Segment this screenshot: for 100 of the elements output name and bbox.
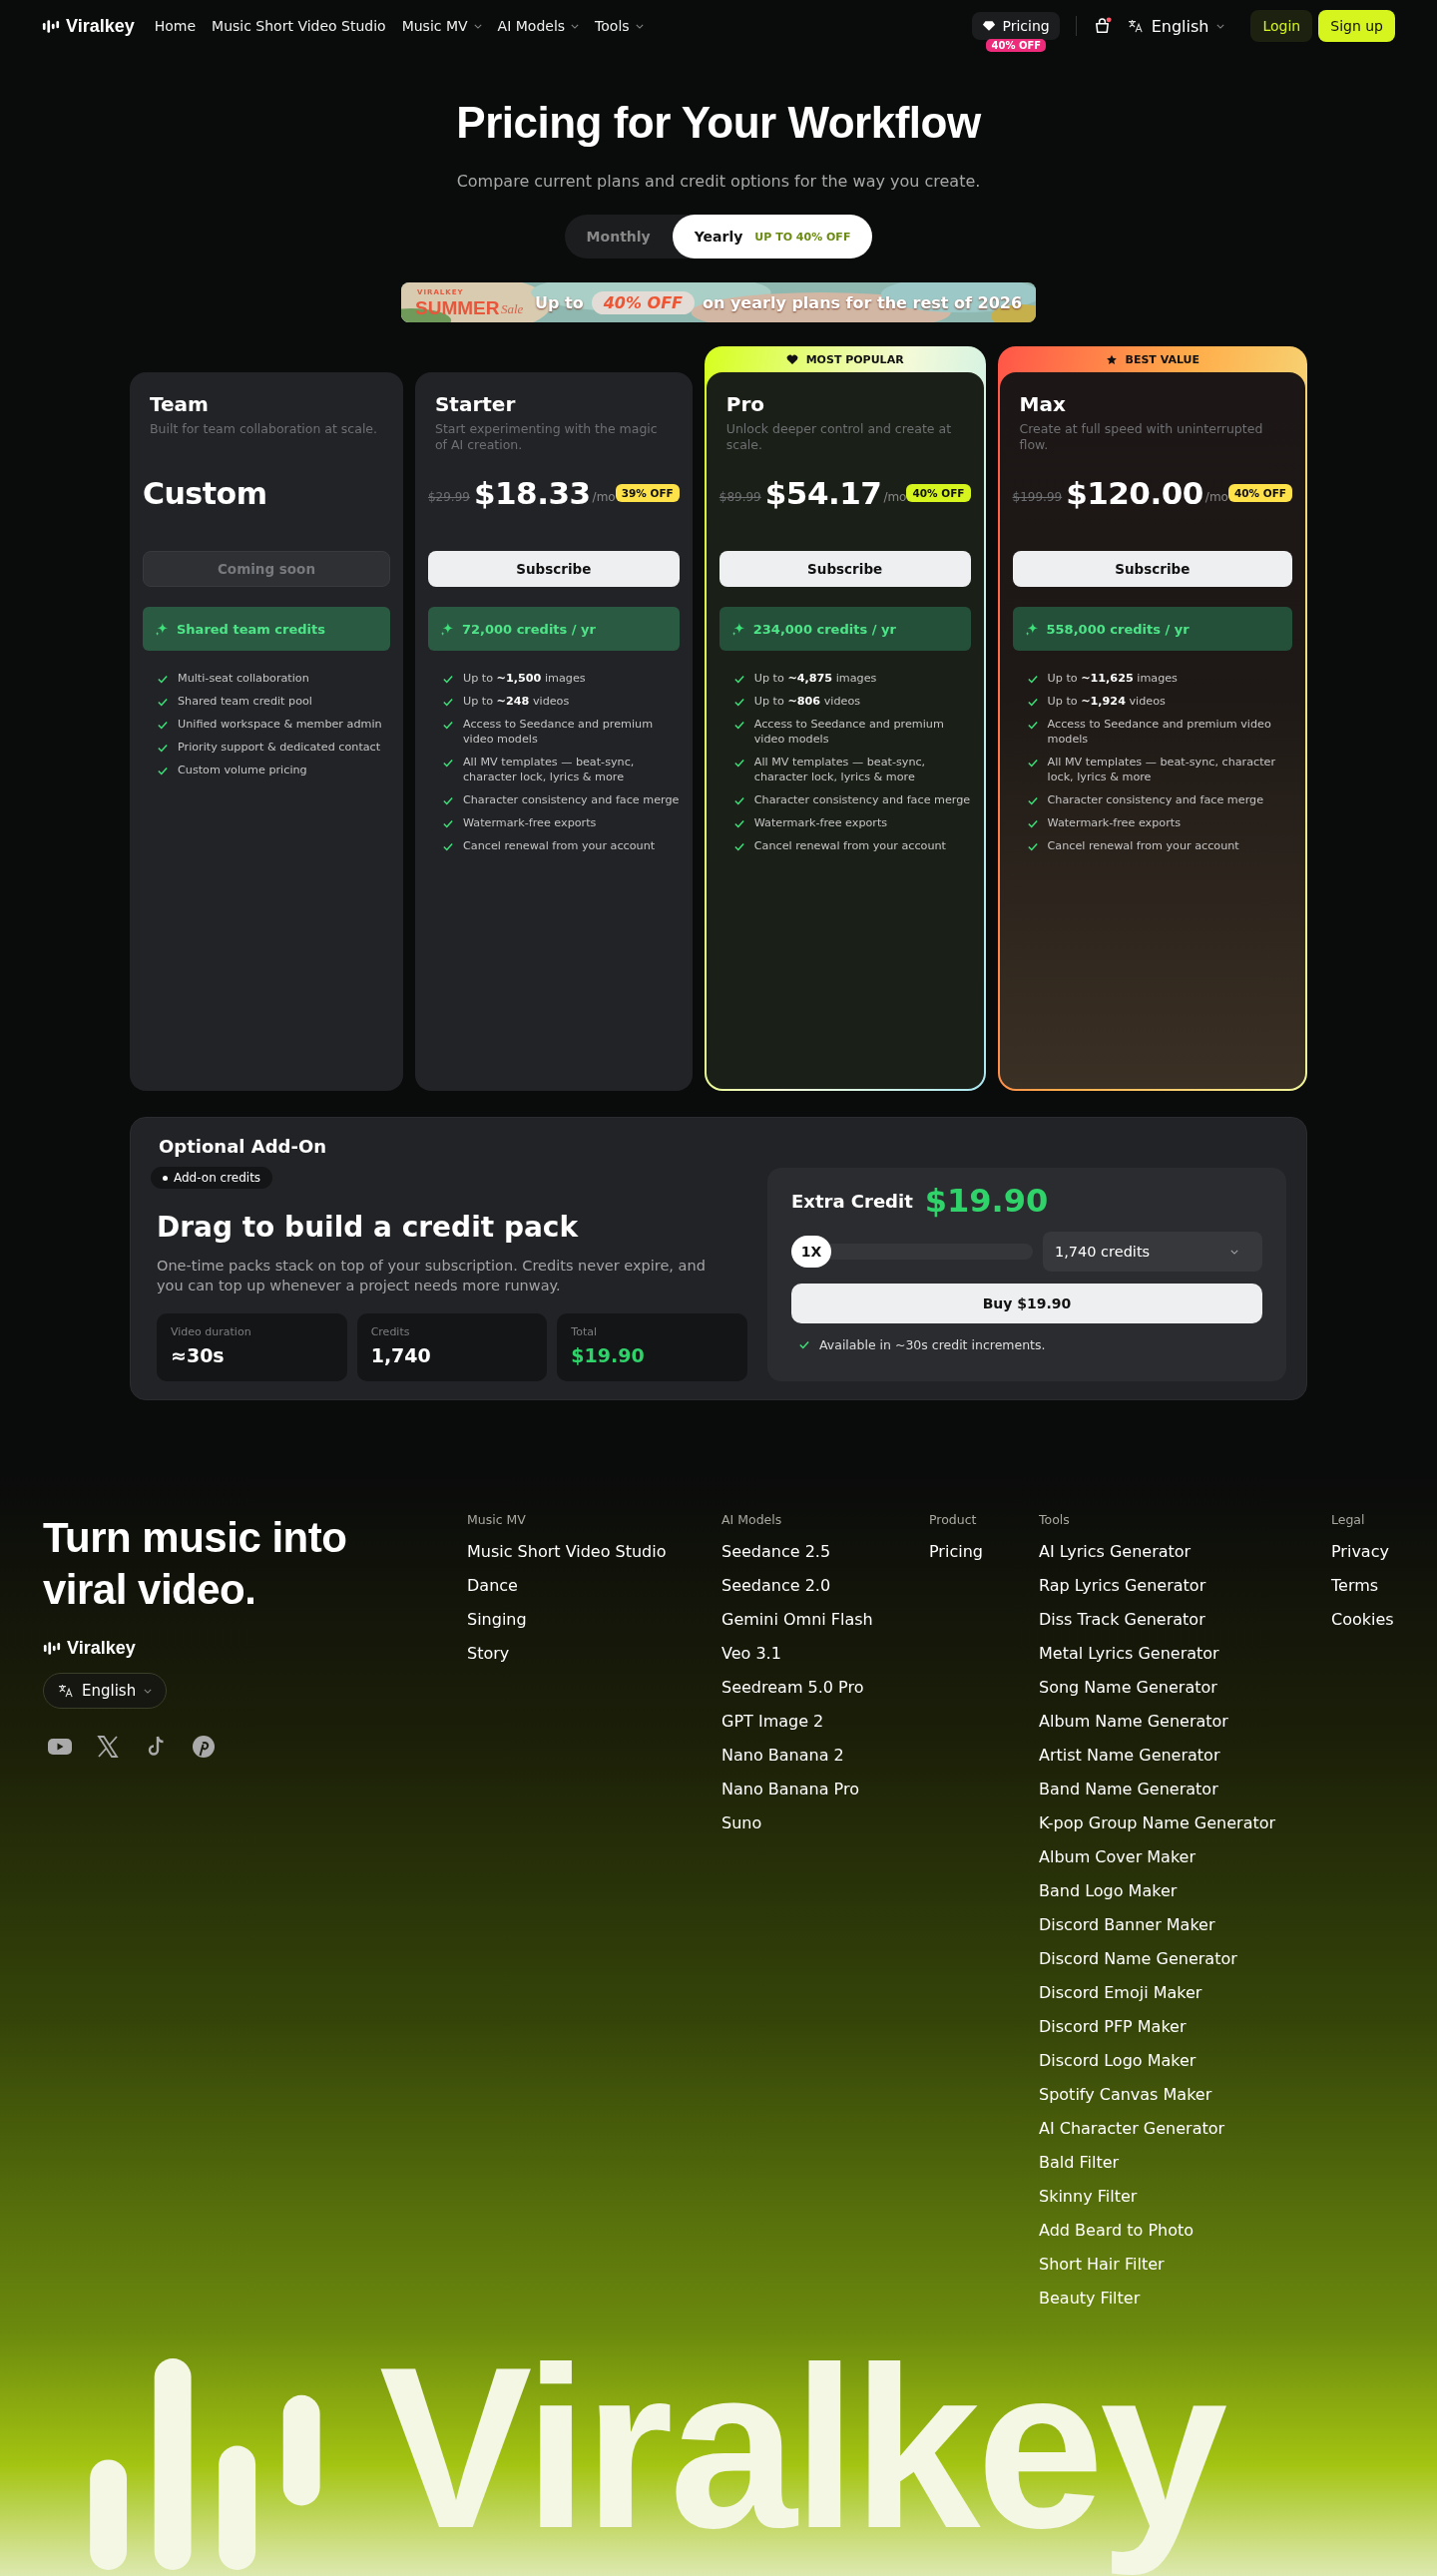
plan-name: Team <box>149 392 210 416</box>
footer-link[interactable]: Spotify Canvas Maker <box>1039 2078 1331 2112</box>
nav-link[interactable]: AI Models <box>497 18 580 34</box>
footer-link[interactable]: Add Beard to Photo <box>1039 2214 1331 2248</box>
footer-link[interactable]: Short Hair Filter <box>1039 2248 1331 2282</box>
feature-text: Up to ~11,625 images <box>1047 671 1178 686</box>
footer-column-heading: AI Models <box>721 1512 783 1527</box>
subscribe-button[interactable]: Subscribe <box>718 551 971 587</box>
footer-link[interactable]: Dance <box>467 1569 721 1603</box>
stat-value: 1,740 <box>370 1344 432 1366</box>
check-icon <box>442 759 453 768</box>
footer-link[interactable]: Gemini Omni Flash <box>721 1603 929 1637</box>
footer-link[interactable]: Discord Name Generator <box>1039 1942 1331 1976</box>
x-icon[interactable] <box>95 1735 121 1759</box>
check-icon <box>158 767 168 775</box>
footer-link[interactable]: Discord PFP Maker <box>1039 2010 1331 2044</box>
footer-link[interactable]: Artist Name Generator <box>1039 1739 1331 1773</box>
feature-text: All MV templates — beat-sync, character lock, lyrics & more <box>753 755 927 784</box>
footer-link[interactable]: Band Name Generator <box>1039 1773 1331 1806</box>
credits-select[interactable]: 1,740 credits <box>1043 1232 1262 1272</box>
footer-link[interactable]: Suno <box>721 1806 929 1840</box>
check-icon <box>442 796 453 805</box>
feature-text: All MV templates — beat-sync, character lock, lyrics & more <box>462 755 636 784</box>
credits-label: 558,000 credits / yr <box>1046 621 1190 637</box>
footer-link[interactable]: Song Name Generator <box>1039 1671 1331 1705</box>
footer-link[interactable]: Bald Filter <box>1039 2146 1331 2180</box>
nav-link[interactable]: Music Short Video Studio <box>212 18 386 34</box>
footer-link[interactable]: Seedance 2.5 <box>721 1535 929 1569</box>
billing-option[interactable]: Monthly <box>564 215 673 258</box>
footer-link[interactable]: Seedance 2.0 <box>721 1569 929 1603</box>
check-icon <box>1027 796 1038 805</box>
chevron-down-icon <box>635 23 644 29</box>
billing-option[interactable]: Yearly UP TO 40% OFF <box>672 215 873 258</box>
footer-link[interactable]: Seedream 5.0 Pro <box>721 1671 929 1705</box>
subscribe-button[interactable]: Subscribe <box>427 551 680 587</box>
check-icon <box>733 759 744 768</box>
feature-text: Cancel renewal from your account <box>462 838 656 853</box>
footer-link[interactable]: Album Name Generator <box>1039 1705 1331 1739</box>
check-icon <box>1027 721 1038 730</box>
footer-link[interactable]: Nano Banana 2 <box>721 1739 929 1773</box>
footer-link[interactable]: Veo 3.1 <box>721 1637 929 1671</box>
footer-link[interactable]: GPT Image 2 <box>721 1705 929 1739</box>
banner-sale: Sale <box>501 301 524 317</box>
availability-note: Available in ~30s credit increments. <box>819 1337 1046 1352</box>
footer-link[interactable]: Privacy <box>1331 1535 1394 1569</box>
login-button[interactable]: Login <box>1250 10 1313 42</box>
discount-badge: 40% OFF <box>1227 484 1292 502</box>
footer-link[interactable]: AI Character Generator <box>1039 2112 1331 2146</box>
feature-text: Cancel renewal from your account <box>753 838 946 853</box>
slider-thumb[interactable]: 1X <box>791 1236 831 1268</box>
footer-link[interactable]: Discord Emoji Maker <box>1039 1976 1331 2010</box>
feature-text: Up to ~1,924 videos <box>1047 694 1166 709</box>
check-icon <box>733 698 744 707</box>
footer-link[interactable]: Skinny Filter <box>1039 2180 1331 2214</box>
nav-link[interactable]: Home <box>154 18 197 34</box>
feature-text: Up to ~248 videos <box>462 694 570 709</box>
footer-link[interactable]: Discord Logo Maker <box>1039 2044 1331 2078</box>
nav-link[interactable]: Tools <box>595 18 644 34</box>
price-period: /mo <box>592 490 616 504</box>
check-icon <box>1027 759 1038 768</box>
plan-price: $120.00 <box>1066 475 1203 511</box>
signup-button[interactable]: Sign up <box>1318 10 1395 42</box>
extra-credit-price: $19.90 <box>924 1182 1049 1220</box>
footer-link[interactable]: Pricing <box>929 1535 1039 1569</box>
feature-text: Up to ~806 videos <box>753 694 861 709</box>
pinterest-icon[interactable] <box>191 1735 217 1759</box>
brand-name: Viralkey <box>67 1638 136 1659</box>
footer-link[interactable]: K-pop Group Name Generator <box>1039 1806 1331 1840</box>
old-price: $29.99 <box>427 490 470 504</box>
footer-link[interactable]: AI Lyrics Generator <box>1039 1535 1331 1569</box>
footer-link[interactable]: Band Logo Maker <box>1039 1874 1331 1908</box>
check-icon <box>442 721 453 730</box>
footer-link[interactable]: Album Cover Maker <box>1039 1840 1331 1874</box>
footer-link[interactable]: Story <box>467 1637 721 1671</box>
addon-title: Drag to build a credit pack <box>157 1211 580 1244</box>
footer-link[interactable]: Diss Track Generator <box>1039 1603 1331 1637</box>
subscribe-button[interactable]: Subscribe <box>1012 551 1292 587</box>
footer-link[interactable]: Music Short Video Studio <box>467 1535 721 1569</box>
footer-link[interactable]: Beauty Filter <box>1039 2282 1331 2316</box>
pricing-link[interactable]: Pricing <box>972 12 1060 40</box>
footer-link[interactable]: Singing <box>467 1603 721 1637</box>
feature-text: Multi-seat collaboration <box>178 671 309 686</box>
footer-link[interactable]: Discord Banner Maker <box>1039 1908 1331 1942</box>
translate-icon <box>58 1684 74 1698</box>
footer-link[interactable]: Metal Lyrics Generator <box>1039 1637 1331 1671</box>
nav-link[interactable]: Music MV <box>401 18 482 34</box>
check-icon <box>799 1340 809 1349</box>
feature-text: Watermark-free exports <box>1047 815 1181 830</box>
language-selector[interactable]: English <box>1127 16 1225 36</box>
footer-link[interactable]: Rap Lyrics Generator <box>1039 1569 1331 1603</box>
buy-button[interactable]: Buy $19.90 <box>791 1284 1262 1323</box>
footer-link[interactable]: Terms <box>1331 1569 1394 1603</box>
page-title: Pricing for Your Workflow <box>456 98 981 148</box>
page-subtitle: Compare current plans and credit options for the way you create. <box>456 172 981 191</box>
footer-link[interactable]: Cookies <box>1331 1603 1394 1637</box>
footer-link[interactable]: Nano Banana Pro <box>721 1773 929 1806</box>
ribbon-label: MOST POPULAR <box>805 352 904 366</box>
feature-text: Character consistency and face merge <box>462 792 680 807</box>
language-selector[interactable]: English <box>43 1673 168 1709</box>
brand-name[interactable]: Viralkey <box>66 15 135 37</box>
